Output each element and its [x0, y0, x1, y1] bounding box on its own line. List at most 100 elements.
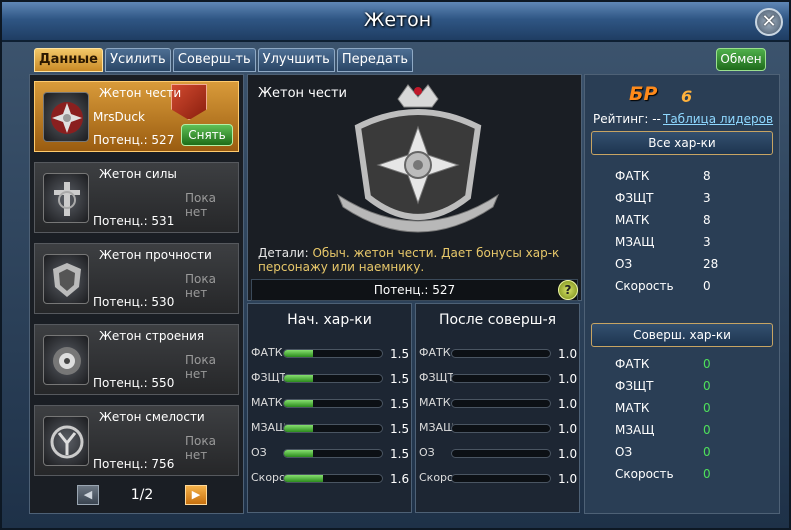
token-potential: Потенц.: 527	[93, 133, 175, 147]
stat-value: 1.0	[558, 447, 578, 461]
all-stat-row: МАТК 8	[615, 213, 765, 229]
token-card-courage[interactable]: Жетон смелости Пока нет Потенц.: 756	[34, 405, 239, 476]
stat-label: ФАТК	[251, 346, 283, 359]
after-perfect-stats-panel: После соверш-я ФАТК 1.0 ФЗЩТ 1.0 МАТК 1.…	[415, 303, 580, 513]
stat-label: МЗАЩ	[615, 423, 655, 437]
stat-value: 0	[703, 423, 711, 437]
tab-perfect[interactable]: Соверш-ть	[172, 48, 256, 72]
close-icon: ✕	[761, 11, 777, 32]
token-card-durability[interactable]: Жетон прочности Пока нет Потенц.: 530	[34, 243, 239, 314]
stat-row: Скорость 1.6	[251, 471, 411, 487]
all-stat-row: ФАТК 8	[615, 169, 765, 185]
stat-bar	[451, 399, 551, 408]
stat-value: 1.0	[558, 472, 578, 486]
stat-label: МАТК	[615, 213, 650, 227]
stat-value: 8	[703, 213, 711, 227]
character-stats-panel: БР 6 Рейтинг: -- Таблица лидеров Все хар…	[584, 74, 780, 514]
stat-row: ФЗЩТ 1.0	[419, 371, 579, 387]
perfect-stat-row: МЗАЩ 0	[615, 423, 765, 439]
stat-bar-fill	[284, 475, 324, 482]
battle-rating-value: 6	[681, 87, 693, 106]
details-label: Детали:	[258, 246, 309, 260]
token-owner: MrsDuck	[93, 110, 145, 124]
token-card-structure[interactable]: Жетон строения Пока нет Потенц.: 550	[34, 324, 239, 395]
stat-value: 1.5	[390, 447, 410, 461]
all-stats-header: Все хар-ки	[591, 131, 773, 155]
stat-value: 1.5	[390, 372, 410, 386]
token-status: Пока нет	[185, 272, 216, 300]
leaderboard-link[interactable]: Таблица лидеров	[663, 112, 773, 126]
stat-label: МАТК	[615, 401, 650, 415]
stat-row: МЗАЩ 1.0	[419, 421, 579, 437]
stat-label: МАТК	[251, 396, 283, 409]
stat-value: 1.0	[558, 347, 578, 361]
token-potential: Потенц.: 756	[93, 457, 175, 471]
arrow-right-icon: ▶	[191, 488, 201, 501]
stat-label: ФЗЩТ	[615, 379, 654, 393]
stat-label: ОЗ	[251, 446, 267, 459]
exchange-button[interactable]: Обмен	[716, 48, 766, 71]
after-stats-title: После соверш-я	[438, 312, 557, 328]
stat-value: 0	[703, 357, 711, 371]
stat-value: 0	[703, 279, 711, 293]
stat-label: ФЗЩТ	[251, 371, 285, 384]
prev-page-button[interactable]: ◀	[77, 485, 99, 505]
stat-row: ОЗ 1.0	[419, 446, 579, 462]
stat-label: ОЗ	[615, 257, 633, 271]
perfect-stats-header: Соверш. хар-ки	[591, 323, 773, 347]
token-card-honor[interactable]: Жетон чести MrsDuck Потенц.: 527 Снять	[34, 81, 239, 152]
stat-value: 0	[703, 445, 711, 459]
unequip-button[interactable]: Снять	[181, 124, 233, 146]
tab-upgrade[interactable]: Улучшить	[257, 48, 335, 72]
help-icon[interactable]: ?	[558, 280, 578, 300]
stat-value: 1.5	[390, 397, 410, 411]
courage-token-icon	[43, 416, 89, 466]
stat-label: Скорость	[615, 467, 674, 481]
token-name: Жетон смелости	[99, 410, 205, 424]
stat-bar-fill	[284, 400, 314, 407]
stat-label: ФЗЩТ	[615, 191, 654, 205]
close-button[interactable]: ✕	[755, 8, 783, 36]
stat-bar	[451, 374, 551, 383]
stat-bar	[451, 349, 551, 358]
token-name: Жетон прочности	[99, 248, 212, 262]
token-status: Пока нет	[185, 191, 216, 219]
pager: ◀ 1/2 ▶	[77, 483, 227, 507]
perfect-stat-row: ОЗ 0	[615, 445, 765, 461]
stat-label: ОЗ	[419, 446, 435, 459]
tab-data[interactable]: Данные	[34, 48, 103, 72]
all-stat-row: МЗАЩ 3	[615, 235, 765, 251]
stat-bar	[283, 449, 383, 458]
tab-transfer[interactable]: Передать	[336, 48, 414, 72]
stat-bar	[283, 349, 383, 358]
stat-label: МАТК	[419, 396, 451, 409]
durability-token-icon	[43, 254, 89, 304]
stat-label: МЗАЩ	[615, 235, 655, 249]
stat-value: 8	[703, 169, 711, 183]
stat-value: 0	[703, 379, 711, 393]
token-name: Жетон чести	[99, 86, 182, 100]
next-page-button[interactable]: ▶	[185, 485, 207, 505]
stat-row: МЗАЩ 1.5	[251, 421, 411, 437]
stat-bar	[283, 474, 383, 483]
strength-token-icon	[43, 173, 89, 223]
tab-bar: Данные Усилить Соверш-ть Улучшить Переда…	[34, 48, 414, 72]
token-window: Жетон ✕ Данные Усилить Соверш-ть Улучшит…	[0, 0, 791, 530]
perfect-stat-row: ФАТК 0	[615, 357, 765, 373]
token-name: Жетон силы	[99, 167, 177, 181]
token-status: Пока нет	[185, 353, 216, 381]
stat-label: Скорость	[615, 279, 674, 293]
all-stat-row: ФЗЩТ 3	[615, 191, 765, 207]
tab-enhance[interactable]: Усилить	[104, 48, 171, 72]
stat-bar	[283, 399, 383, 408]
token-card-strength[interactable]: Жетон силы Пока нет Потенц.: 531	[34, 162, 239, 233]
stat-value: 1.0	[558, 397, 578, 411]
perfect-stat-row: Скорость 0	[615, 467, 765, 483]
rating-text: Рейтинг: --	[593, 112, 661, 126]
title-bar: Жетон ✕	[2, 2, 789, 42]
perfect-stat-row: МАТК 0	[615, 401, 765, 417]
honor-emblem-image	[318, 77, 518, 245]
honor-token-icon	[43, 92, 89, 142]
stat-value: 0	[703, 401, 711, 415]
stat-bar	[451, 449, 551, 458]
